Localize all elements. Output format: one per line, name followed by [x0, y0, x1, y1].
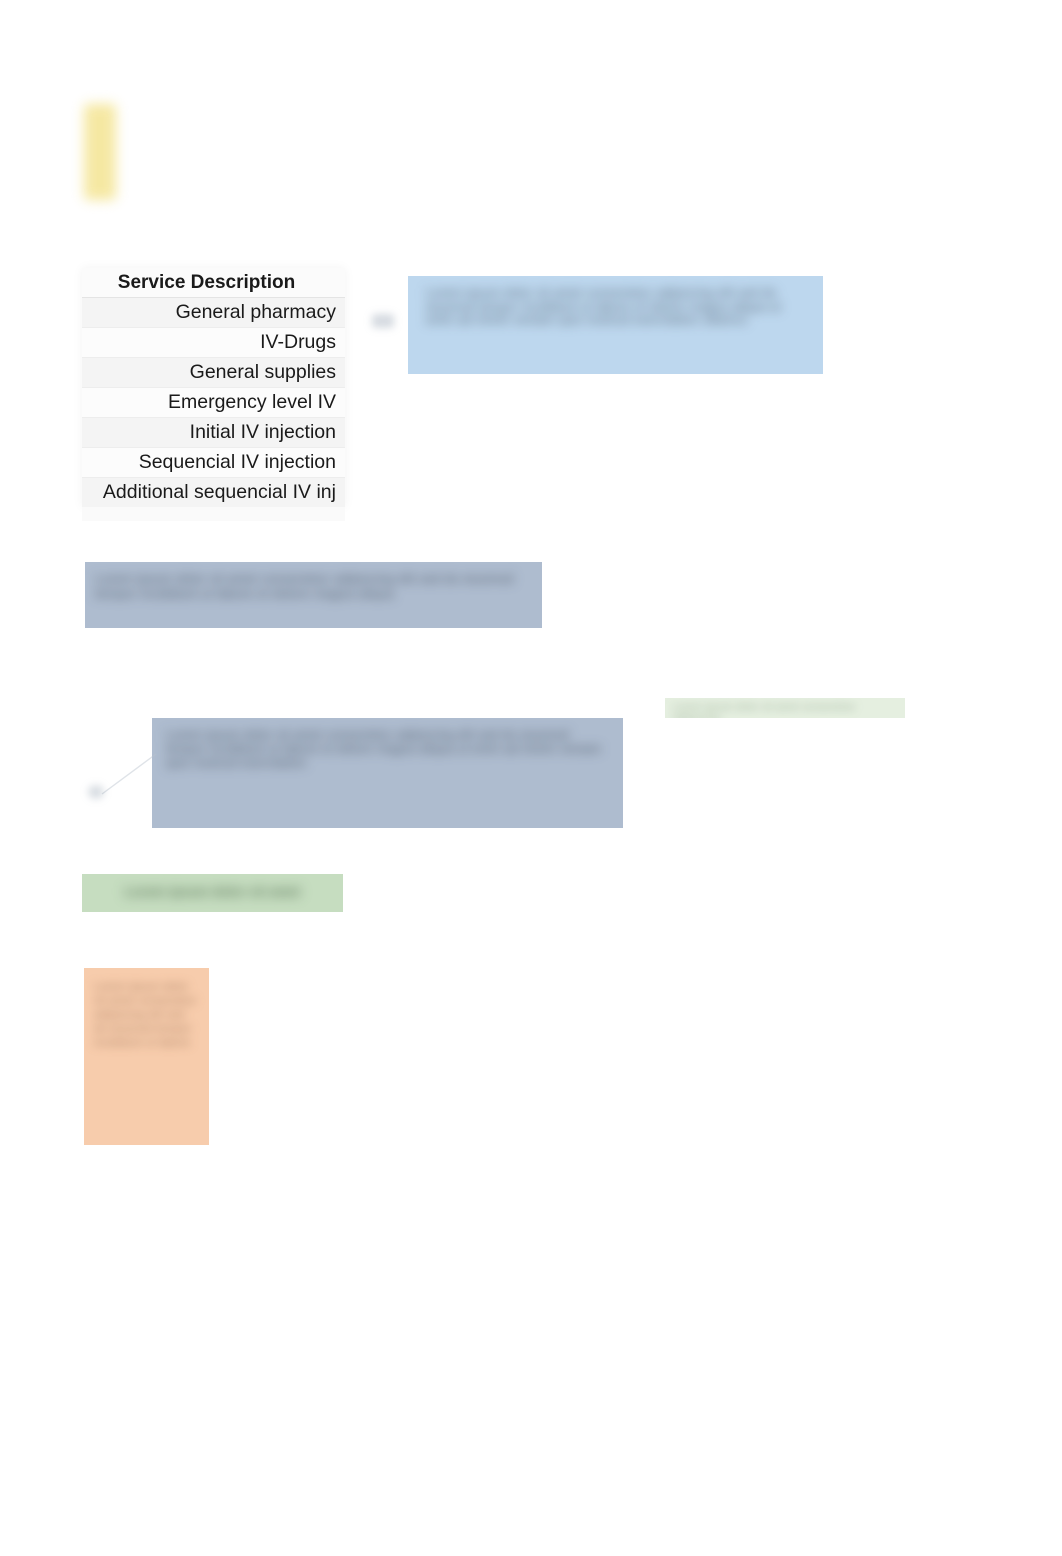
yellow-highlight-marker: [84, 104, 116, 200]
table-row[interactable]: Emergency level IV: [82, 387, 345, 418]
cell-service-description: IV-Drugs: [82, 327, 345, 358]
table-header: Service Description: [82, 268, 345, 298]
table-row[interactable]: Initial IV injection: [82, 417, 345, 448]
table-row[interactable]: General supplies: [82, 357, 345, 388]
annotation-callout-blue: Lorem ipsum dolor sit amet consectetur a…: [408, 276, 823, 374]
table-row[interactable]: IV-Drugs: [82, 327, 345, 358]
table-row[interactable]: General pharmacy: [82, 297, 345, 328]
column-header-service-description: Service Description: [82, 268, 345, 298]
annotation-banner-green-text: Lorem ipsum dolor sit amet: [124, 884, 301, 899]
annotation-callout-slate-lower-text: Lorem ipsum dolor sit amet consectetur a…: [166, 728, 602, 770]
connector-mark-blue: [372, 314, 394, 328]
table-row[interactable]: Additional sequencial IV inj: [82, 477, 345, 507]
connector-mark-slate: [88, 785, 104, 799]
table-body: General pharmacy IV-Drugs General suppli…: [82, 297, 345, 507]
service-description-table: Service Description General pharmacy IV-…: [82, 268, 345, 507]
cell-service-description: General supplies: [82, 357, 345, 388]
cell-service-description: Sequencial IV injection: [82, 447, 345, 478]
annotation-callout-slate-upper: Lorem ipsum dolor sit amet consectetur a…: [85, 562, 542, 628]
leader-line-to-slate-callout: [101, 753, 157, 795]
cell-service-description: Additional sequencial IV inj: [82, 477, 345, 507]
annotation-strip-green: Lorem ipsum dolor sit amet consectetur a…: [665, 698, 905, 718]
annotation-callout-blue-text: Lorem ipsum dolor sit amet consectetur a…: [426, 286, 781, 327]
cell-service-description: General pharmacy: [82, 297, 345, 328]
annotation-banner-green: Lorem ipsum dolor sit amet: [82, 874, 343, 912]
annotation-block-peach-text: Lorem ipsum dolor sit amet consectetur a…: [94, 981, 197, 1049]
service-description-table-card: Service Description General pharmacy IV-…: [82, 268, 345, 521]
table-row[interactable]: Sequencial IV injection: [82, 447, 345, 478]
cell-service-description: Initial IV injection: [82, 417, 345, 448]
annotation-callout-slate-lower: Lorem ipsum dolor sit amet consectetur a…: [152, 718, 623, 828]
annotation-block-peach: Lorem ipsum dolor sit amet consectetur a…: [84, 968, 209, 1145]
annotation-strip-green-text: Lorem ipsum dolor sit amet consectetur a…: [673, 702, 856, 718]
annotation-callout-slate-upper-text: Lorem ipsum dolor sit amet consectetur a…: [95, 571, 514, 601]
cell-service-description: Emergency level IV: [82, 387, 345, 418]
document-page: Service Description General pharmacy IV-…: [0, 0, 1062, 1556]
table-header-row: Service Description: [82, 268, 345, 298]
